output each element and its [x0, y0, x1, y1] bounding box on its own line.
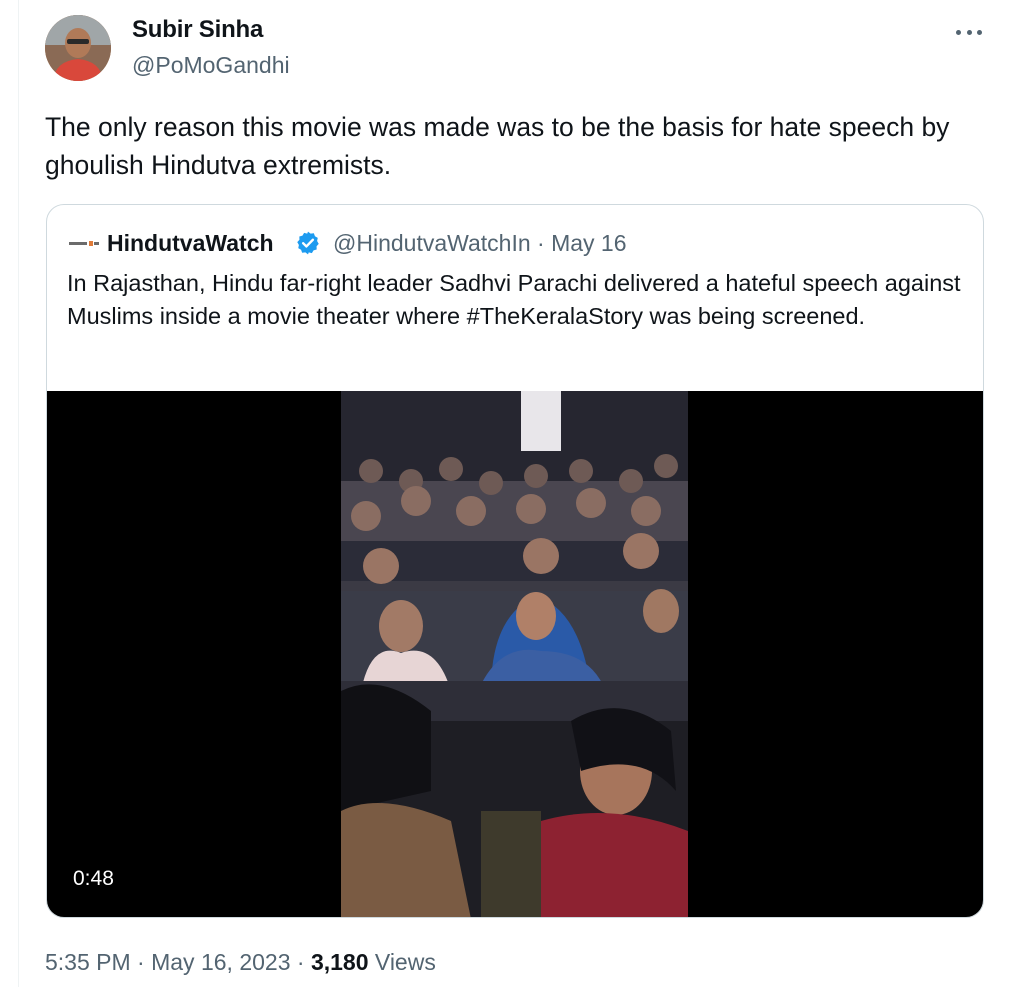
hindutvawatch-logo-icon	[67, 233, 101, 255]
tweet-date[interactable]: May 16, 2023	[151, 949, 290, 975]
views-label: Views	[374, 949, 436, 975]
video-duration: 0:48	[73, 867, 114, 890]
views-count[interactable]: 3,180	[311, 949, 369, 975]
author-handle[interactable]: @PoMoGandhi	[132, 52, 290, 79]
quoted-handle-date[interactable]: @HindutvaWatchIn · May 16	[333, 230, 627, 257]
tweet-text: The only reason this movie was made was …	[45, 112, 950, 180]
quoted-tweet[interactable]: HindutvaWatch @HindutvaWatchIn · May 16 …	[46, 204, 984, 918]
quoted-tweet-text: In Rajasthan, Hindu far-right leader Sad…	[67, 270, 961, 329]
meta-separator: ·	[296, 949, 305, 975]
author-avatar[interactable]	[45, 15, 111, 81]
more-options-icon[interactable]	[954, 20, 984, 44]
author-name[interactable]: Subir Sinha	[132, 16, 263, 44]
tweet-meta: 5:35 PM · May 16, 2023 · 3,180 Views	[45, 949, 436, 976]
tweet-time[interactable]: 5:35 PM	[45, 949, 131, 975]
quoted-author-name[interactable]: HindutvaWatch	[107, 230, 274, 257]
verified-badge-icon	[295, 230, 321, 256]
video-thumbnail	[341, 391, 688, 917]
video-player[interactable]: 0:48	[47, 391, 983, 917]
meta-separator: ·	[137, 949, 145, 975]
